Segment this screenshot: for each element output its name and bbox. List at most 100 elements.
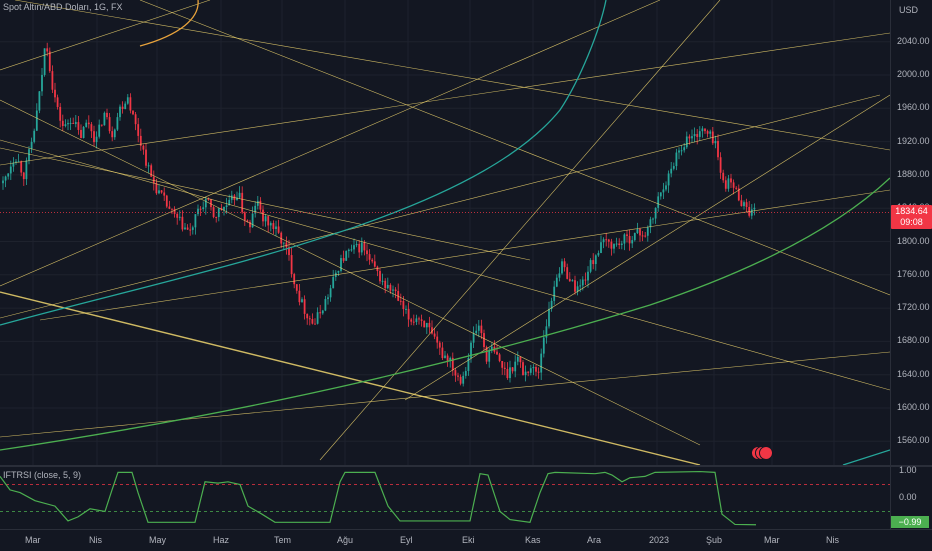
candle-body <box>514 361 517 372</box>
candle-body <box>194 214 197 228</box>
price-tick-label: 1600.00 <box>897 402 930 412</box>
candle-body <box>605 239 608 241</box>
candle-body <box>444 355 446 359</box>
candle-body <box>306 313 309 319</box>
candle-body <box>392 289 394 291</box>
candle-body <box>43 48 46 75</box>
candle-body <box>85 122 88 127</box>
candle-body <box>293 274 296 285</box>
candle-body <box>600 242 602 253</box>
candle-body <box>2 180 4 184</box>
candle-body <box>412 321 415 323</box>
candle-body <box>7 173 10 177</box>
candle-body <box>571 280 574 282</box>
candle-body <box>191 227 194 230</box>
candle-body <box>636 228 639 234</box>
candle-body <box>241 192 244 213</box>
time-tick-label: Mar <box>764 535 780 545</box>
candle-body <box>701 128 704 132</box>
candle-body <box>121 106 124 110</box>
candle-body <box>415 318 418 322</box>
time-tick-label: May <box>149 535 167 545</box>
time-axis[interactable]: Mar Nis May Haz Tem Ağu Eyl Eki Kas Ara 2023 Şub Mar… <box>0 529 932 551</box>
candlestick-chart[interactable] <box>0 0 890 465</box>
candle-body <box>405 308 407 310</box>
candle-body <box>657 196 660 208</box>
candle-body <box>38 91 41 111</box>
trend-line <box>0 351 890 438</box>
candle-body <box>654 207 657 219</box>
candle-body <box>267 216 270 226</box>
candle-body <box>688 136 691 139</box>
candle-body <box>475 330 478 334</box>
candle-body <box>724 180 727 189</box>
price-tick-label: 1560.00 <box>897 435 930 446</box>
price-pane[interactable]: Spot Altın/ABD Doları, 1G, FX <box>0 0 890 465</box>
candle-body <box>303 299 306 314</box>
candle-body <box>132 110 134 115</box>
last-price-value: 1834.64 <box>895 206 928 216</box>
time-tick-label: Nis <box>89 535 102 545</box>
candle-body <box>264 216 267 222</box>
time-tick-label: Nis <box>826 535 839 545</box>
candle-body <box>358 243 361 253</box>
candle-body <box>425 322 428 328</box>
candle-body <box>433 333 436 337</box>
candle-body <box>178 216 181 218</box>
candle-body <box>462 375 465 384</box>
candle-body <box>204 198 207 208</box>
candle-body <box>626 234 628 236</box>
candle-body <box>678 150 680 153</box>
candle-body <box>82 126 85 138</box>
candle-body <box>610 241 613 249</box>
candle-body <box>210 199 212 208</box>
candle-body <box>134 114 137 125</box>
candle-body <box>376 266 379 272</box>
candle-body <box>631 240 634 244</box>
oscillator-tick-label: 0.00 <box>899 492 917 502</box>
candle-body <box>410 319 413 322</box>
oscillator-legend[interactable]: IFTRSI (close, 5, 9) <box>3 470 81 480</box>
candle-body <box>54 89 56 98</box>
oscillator-chart[interactable] <box>0 467 890 529</box>
candle-body <box>436 336 439 343</box>
candle-body <box>607 239 610 242</box>
oscillator-pane[interactable]: IFTRSI (close, 5, 9) <box>0 467 890 529</box>
candle-body <box>732 182 735 188</box>
candle-body <box>160 190 163 193</box>
candle-body <box>581 279 584 286</box>
candle-body <box>355 243 358 246</box>
candle-body <box>418 318 420 320</box>
candle-body <box>360 242 363 253</box>
oscillator-tick-label: 1.00 <box>899 465 917 475</box>
candle-body <box>563 261 566 268</box>
event-icon[interactable] <box>759 446 773 460</box>
candle-body <box>735 187 738 189</box>
symbol-legend[interactable]: Spot Altın/ABD Doları, 1G, FX <box>3 2 123 12</box>
candle-body <box>454 370 457 376</box>
candle-body <box>290 255 293 275</box>
candle-body <box>20 161 23 173</box>
price-tick-label: 1680.00 <box>897 335 930 346</box>
candle-body <box>126 97 129 104</box>
candle-body <box>275 226 277 229</box>
candle-body <box>620 243 623 246</box>
candle-body <box>69 122 72 124</box>
candle-body <box>667 173 670 186</box>
candle-body <box>613 244 615 249</box>
candle-body <box>165 195 168 207</box>
candle-body <box>282 242 285 244</box>
time-tick-label: Haz <box>213 535 230 545</box>
candle-body <box>324 299 327 311</box>
candle-body <box>446 355 449 361</box>
candle-body <box>423 320 426 328</box>
candle-body <box>119 106 121 118</box>
candle-body <box>457 375 459 377</box>
candle-body <box>740 200 743 207</box>
price-axis[interactable]: USD 2040.00 2000.00 1960.00 1920.00 1880.00 1… <box>890 0 932 529</box>
candle-body <box>340 258 342 271</box>
candle-body <box>709 131 712 134</box>
candle-body <box>51 71 54 90</box>
time-tick-label: Eki <box>462 535 475 545</box>
candle-body <box>67 123 69 125</box>
